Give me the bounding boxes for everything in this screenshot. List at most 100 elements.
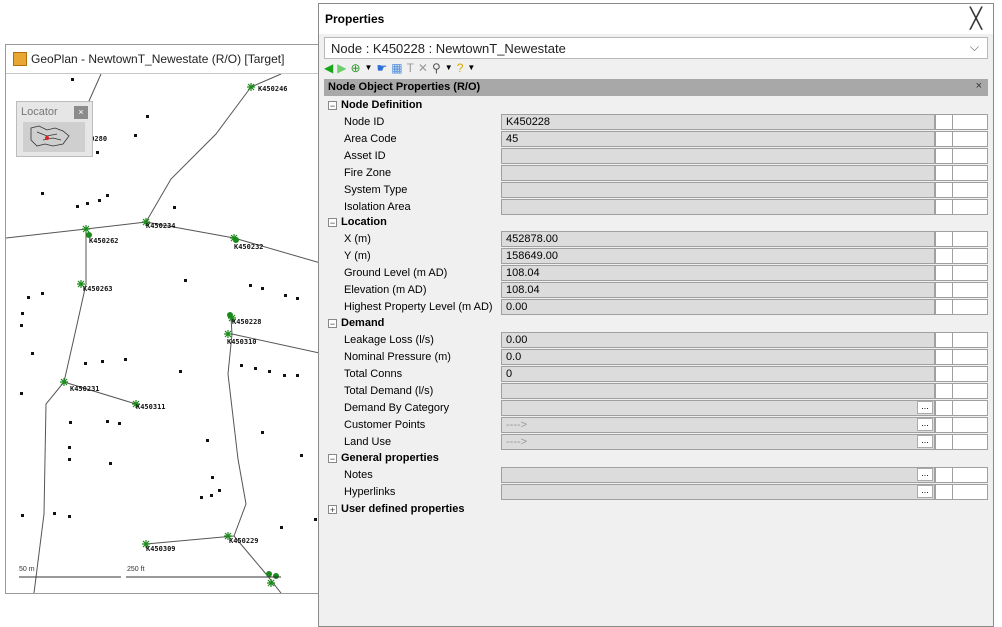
target-icon[interactable]: ⊕ xyxy=(350,61,360,77)
property-row-nominal-pressure: Nominal Pressure (m) 0.0 xyxy=(328,349,988,366)
property-value-field[interactable] xyxy=(501,182,935,198)
ellipsis-button[interactable]: ... xyxy=(917,401,933,414)
source-cell[interactable] xyxy=(952,332,988,348)
flag-cell[interactable] xyxy=(935,265,953,281)
property-value-field[interactable] xyxy=(501,199,935,215)
flag-cell[interactable] xyxy=(935,349,953,365)
close-icon[interactable]: × xyxy=(976,80,982,92)
ellipsis-button[interactable]: ... xyxy=(917,468,933,481)
source-cell[interactable] xyxy=(952,231,988,247)
group-demand[interactable]: − Demand xyxy=(328,315,384,331)
flag-cell[interactable] xyxy=(935,199,953,215)
collapse-toggle-icon[interactable]: − xyxy=(328,318,337,328)
node-selector-dropdown[interactable]: Node : K450228 : NewtownT_Newestate ⌵ xyxy=(324,37,988,59)
property-value-field[interactable]: ----> xyxy=(501,417,935,433)
close-icon[interactable]: ╳ xyxy=(965,8,987,30)
source-cell[interactable] xyxy=(952,299,988,315)
property-row-ground-level: Ground Level (m AD) 108.04 xyxy=(328,265,988,282)
source-cell[interactable] xyxy=(952,148,988,164)
group-node-definition[interactable]: − Node Definition xyxy=(328,97,422,113)
property-value-field[interactable]: 0.0 xyxy=(501,349,935,365)
source-cell[interactable] xyxy=(952,131,988,147)
flag-cell[interactable] xyxy=(935,299,953,315)
property-value-field[interactable]: ----> xyxy=(501,434,935,450)
help-icon[interactable]: ? xyxy=(457,61,464,77)
ellipsis-button[interactable]: ... xyxy=(917,418,933,431)
property-value-field[interactable] xyxy=(501,383,935,399)
pointer-hand-icon[interactable]: ☛ xyxy=(376,61,387,77)
source-cell[interactable] xyxy=(952,248,988,264)
group-general-properties[interactable]: − General properties xyxy=(328,450,439,466)
property-value-field[interactable]: 108.04 xyxy=(501,282,935,298)
flag-cell[interactable] xyxy=(935,114,953,130)
group-user-defined-properties[interactable]: + User defined properties xyxy=(328,501,464,517)
source-cell[interactable] xyxy=(952,265,988,281)
locator-panel[interactable]: Locator × xyxy=(16,101,93,157)
property-value-field[interactable]: 158649.00 xyxy=(501,248,935,264)
flag-cell[interactable] xyxy=(935,182,953,198)
grid-icon[interactable]: ▦ xyxy=(391,61,402,77)
properties-titlebar[interactable]: Properties ╳ xyxy=(319,4,993,34)
text-icon[interactable]: T xyxy=(407,61,414,77)
flag-cell[interactable] xyxy=(935,366,953,382)
source-cell[interactable] xyxy=(952,182,988,198)
property-value: 108.04 xyxy=(506,267,540,279)
property-value-field[interactable]: K450228 xyxy=(501,114,935,130)
property-value-field[interactable]: 452878.00 xyxy=(501,231,935,247)
dropdown-icon[interactable]: ▼ xyxy=(467,61,475,77)
flag-cell[interactable] xyxy=(935,484,953,500)
property-value-field[interactable]: 0.00 xyxy=(501,332,935,348)
flag-cell[interactable] xyxy=(935,383,953,399)
flag-cell[interactable] xyxy=(935,434,953,450)
property-value-field[interactable] xyxy=(501,484,935,500)
flag-cell[interactable] xyxy=(935,248,953,264)
group-location[interactable]: − Location xyxy=(328,214,387,230)
property-value-field[interactable]: 0 xyxy=(501,366,935,382)
flag-cell[interactable] xyxy=(935,148,953,164)
property-value-field[interactable]: 45 xyxy=(501,131,935,147)
source-cell[interactable] xyxy=(952,417,988,433)
source-cell[interactable] xyxy=(952,467,988,483)
property-value-field[interactable] xyxy=(501,165,935,181)
geoplan-title: GeoPlan - NewtownT_Newestate (R/O) [Targ… xyxy=(31,52,285,66)
source-cell[interactable] xyxy=(952,434,988,450)
dropdown-icon[interactable]: ▼ xyxy=(445,61,453,77)
flag-cell[interactable] xyxy=(935,467,953,483)
link-icon[interactable]: ⚲ xyxy=(432,61,441,77)
property-value-field[interactable] xyxy=(501,467,935,483)
property-value-field[interactable]: 0.00 xyxy=(501,299,935,315)
dropdown-icon[interactable]: ▼ xyxy=(365,61,373,77)
flag-cell[interactable] xyxy=(935,417,953,433)
source-cell[interactable] xyxy=(952,383,988,399)
ellipsis-button[interactable]: ... xyxy=(917,435,933,448)
collapse-toggle-icon[interactable]: − xyxy=(328,217,337,227)
flag-cell[interactable] xyxy=(935,282,953,298)
property-value-field[interactable]: 108.04 xyxy=(501,265,935,281)
source-cell[interactable] xyxy=(952,484,988,500)
collapse-toggle-icon[interactable]: − xyxy=(328,100,337,110)
property-label: Elevation (m AD) xyxy=(344,284,427,296)
flag-cell[interactable] xyxy=(935,231,953,247)
locator-close-button[interactable]: × xyxy=(74,106,88,119)
collapse-toggle-icon[interactable]: − xyxy=(328,453,337,463)
delete-icon[interactable]: ✕ xyxy=(418,61,428,77)
source-cell[interactable] xyxy=(952,199,988,215)
source-cell[interactable] xyxy=(952,114,988,130)
locator-thumbnail[interactable] xyxy=(23,122,85,152)
property-value-field[interactable] xyxy=(501,400,935,416)
flag-cell[interactable] xyxy=(935,400,953,416)
source-cell[interactable] xyxy=(952,165,988,181)
source-cell[interactable] xyxy=(952,282,988,298)
property-value-field[interactable] xyxy=(501,148,935,164)
geoplan-titlebar[interactable]: GeoPlan - NewtownT_Newestate (R/O) [Targ… xyxy=(6,45,324,74)
expand-toggle-icon[interactable]: + xyxy=(328,504,337,514)
flag-cell[interactable] xyxy=(935,165,953,181)
flag-cell[interactable] xyxy=(935,332,953,348)
ellipsis-button[interactable]: ... xyxy=(917,485,933,498)
source-cell[interactable] xyxy=(952,349,988,365)
source-cell[interactable] xyxy=(952,366,988,382)
back-arrow-icon[interactable]: ◀ xyxy=(324,61,333,77)
forward-arrow-icon[interactable]: ▶ xyxy=(337,61,346,77)
source-cell[interactable] xyxy=(952,400,988,416)
flag-cell[interactable] xyxy=(935,131,953,147)
